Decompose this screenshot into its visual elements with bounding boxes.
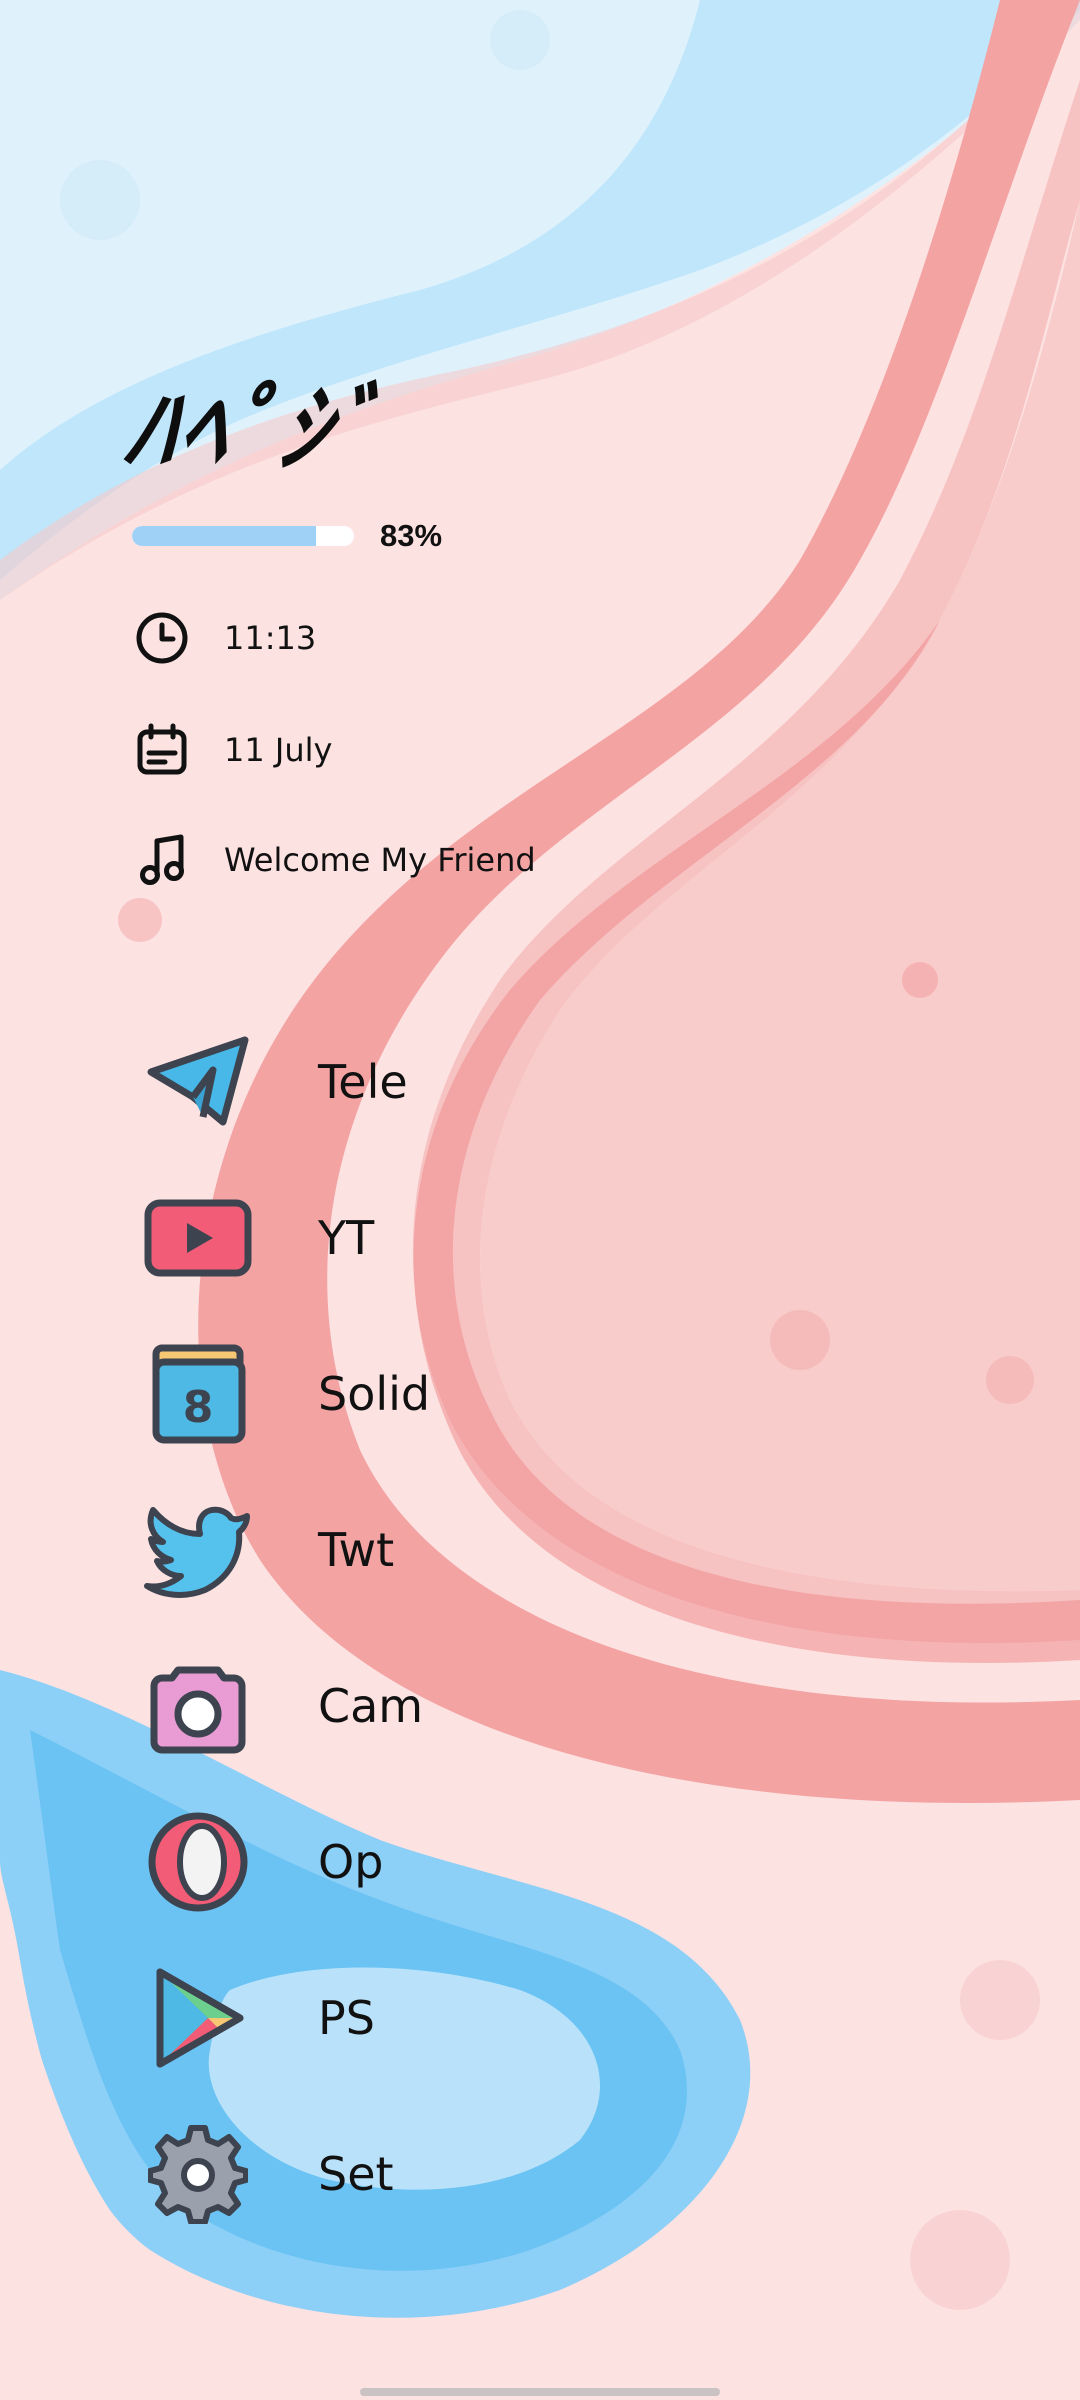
app-label: YT (318, 1211, 375, 1265)
app-label: PS (318, 1991, 375, 2045)
app-label: Op (318, 1835, 384, 1889)
app-tele[interactable]: Tele (140, 1022, 740, 1142)
widget-title: ﾊﾍﾟｼﾞ (118, 374, 391, 486)
gesture-nav-handle[interactable] (360, 2388, 720, 2396)
music-note-icon (132, 830, 192, 890)
app-solid[interactable]: 8 Solid (140, 1334, 740, 1454)
app-label: Cam (318, 1679, 424, 1733)
date-row[interactable]: 11 July (132, 720, 332, 780)
app-yt[interactable]: YT (140, 1178, 740, 1298)
settings-gear-icon (140, 2116, 256, 2232)
clock-time: 11:13 (224, 619, 317, 657)
battery-progress-bar (132, 526, 354, 546)
opera-icon (140, 1804, 256, 1920)
clock-icon (132, 608, 192, 668)
date-text: 11 July (224, 731, 333, 769)
clock-row[interactable]: 11:13 (132, 608, 316, 668)
twitter-icon (140, 1492, 256, 1608)
app-cam[interactable]: Cam (140, 1646, 740, 1766)
app-label: Tele (318, 1055, 408, 1109)
svg-text:8: 8 (183, 1382, 214, 1433)
solid-explorer-icon: 8 (140, 1336, 256, 1452)
app-label: Set (318, 2147, 394, 2201)
telegram-icon (140, 1024, 256, 1140)
music-row[interactable]: Welcome My Friend (132, 830, 536, 890)
battery-percent: 83% (380, 518, 443, 553)
app-op[interactable]: Op (140, 1802, 740, 1922)
app-label: Solid (318, 1367, 431, 1421)
app-ps[interactable]: PS (140, 1958, 740, 2078)
play-store-icon (140, 1960, 256, 2076)
youtube-icon (140, 1180, 256, 1296)
battery-fill (132, 526, 317, 546)
music-title: Welcome My Friend (224, 841, 536, 879)
app-twt[interactable]: Twt (140, 1490, 740, 1610)
camera-icon (140, 1648, 256, 1764)
app-label: Twt (318, 1523, 395, 1577)
app-set[interactable]: Set (140, 2114, 740, 2234)
calendar-icon (132, 720, 192, 780)
